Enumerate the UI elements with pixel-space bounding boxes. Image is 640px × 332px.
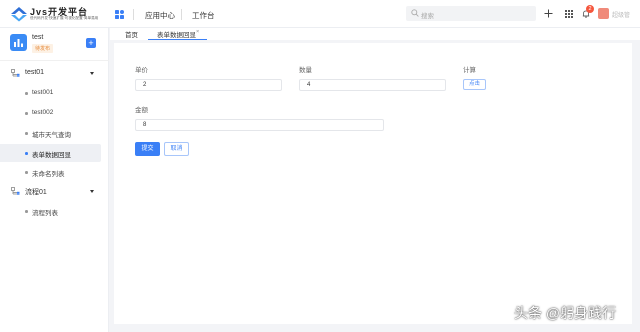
chevron-down-icon: [90, 72, 94, 75]
sidebar-item-city-weather[interactable]: 城市天气查询: [0, 124, 101, 142]
notification-badge: 2: [586, 5, 594, 13]
chevron-down-icon: [90, 190, 94, 193]
app-chart-icon: [10, 34, 27, 51]
sidebar-item-label: 表单数据回显: [32, 151, 71, 159]
plus-icon[interactable]: [544, 9, 553, 18]
grid-icon[interactable]: [565, 10, 573, 18]
amount-label: 金额: [135, 107, 148, 114]
sidebar-group-label: test01: [25, 69, 45, 76]
search-icon: [411, 9, 419, 17]
sidebar-item-label: 未命名列表: [32, 170, 65, 178]
submit-button[interactable]: 提交: [135, 142, 160, 156]
bullet-icon: [25, 112, 28, 115]
status-badge: 待发布: [32, 44, 54, 53]
sidebar-group-label: 流程01: [25, 189, 47, 196]
sidebar-item-flow-list[interactable]: 流程列表: [0, 202, 101, 220]
sidebar-item-label: 流程列表: [32, 209, 58, 217]
apps-grid-icon[interactable]: [115, 10, 124, 19]
sidebar: test 待发布 + test01 test001 test002 城市天气查询…: [0, 28, 109, 332]
sidebar-item-label: test001: [32, 88, 54, 96]
sidebar-group-test01[interactable]: test01: [0, 65, 109, 83]
sidebar-item-untitled-list[interactable]: 未命名列表: [0, 163, 101, 181]
top-bar: Jvs开发平台 低代码开发·快速扩展·可视化配置·简单易用 应用中心 工作台 搜…: [0, 0, 640, 28]
tab-bar: 首页 表单数据回显 ×: [110, 28, 640, 40]
watermark: 头条 @躬身践行: [514, 305, 617, 321]
sidebar-item-label: 城市天气查询: [32, 131, 71, 139]
quantity-field[interactable]: 4: [299, 79, 446, 91]
sidebar-group-flow01[interactable]: 流程01: [0, 183, 109, 201]
nav-app-center[interactable]: 应用中心: [145, 10, 175, 21]
nav-divider: [181, 9, 182, 20]
sidebar-item-label: test002: [32, 108, 54, 116]
sidebar-item-test001[interactable]: test001: [0, 84, 101, 102]
avatar[interactable]: [598, 8, 609, 19]
close-icon[interactable]: ×: [196, 29, 199, 35]
search-input[interactable]: 搜索: [406, 6, 536, 21]
bullet-icon: [25, 171, 28, 174]
nav-divider: [133, 9, 134, 20]
brand-subtitle: 低代码开发·快速扩展·可视化配置·简单易用: [30, 16, 99, 20]
cancel-button[interactable]: 取消: [164, 142, 189, 156]
calc-button[interactable]: 点击: [463, 79, 486, 90]
sidebar-item-test002[interactable]: test002: [0, 104, 101, 122]
quantity-label: 数量: [299, 67, 312, 74]
platform-logo-icon: [11, 7, 27, 22]
tab-home[interactable]: 首页: [125, 29, 138, 40]
bullet-icon: [25, 152, 28, 155]
form-panel: 单价 2 数量 4 计算 点击 金额 8 提交 取消: [114, 43, 632, 324]
bullet-icon: [25, 92, 28, 95]
add-button[interactable]: +: [86, 38, 96, 48]
sidebar-item-form-echo[interactable]: 表单数据回显: [0, 144, 101, 162]
tab-label: 表单数据回显: [157, 32, 196, 39]
amount-field[interactable]: 8: [135, 119, 384, 131]
folder-tree-icon: [11, 69, 20, 77]
bullet-icon: [25, 210, 28, 213]
divider: [0, 60, 109, 61]
unit-price-label: 单价: [135, 67, 148, 74]
unit-price-field[interactable]: 2: [135, 79, 282, 91]
search-placeholder: 搜索: [421, 12, 434, 20]
bullet-icon: [25, 132, 28, 135]
app-name: test: [32, 34, 44, 41]
folder-tree-icon: [11, 187, 20, 195]
calc-label: 计算: [463, 67, 476, 74]
user-name[interactable]: 超级管: [612, 10, 630, 19]
nav-workbench[interactable]: 工作台: [192, 10, 215, 21]
